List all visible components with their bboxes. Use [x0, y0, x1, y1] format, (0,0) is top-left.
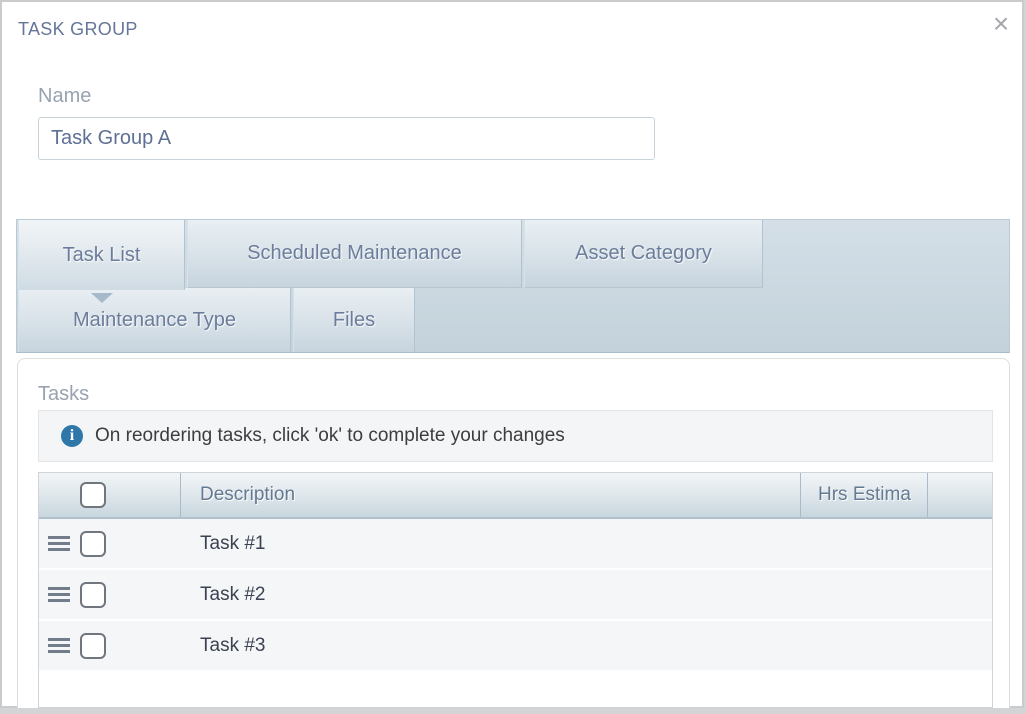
row-checkbox[interactable]: [80, 582, 106, 608]
tab-task-list[interactable]: Task List: [18, 220, 185, 290]
description-column-header[interactable]: Description: [180, 473, 800, 517]
select-all-checkbox[interactable]: [80, 482, 106, 508]
task-description: Task #1: [200, 533, 265, 555]
tab-maintenance-type[interactable]: Maintenance Type: [18, 288, 291, 352]
tab-strip: Task List Scheduled Maintenance Asset Ca…: [16, 219, 1010, 353]
select-all-header-cell: [39, 473, 180, 517]
tab-asset-category[interactable]: Asset Category: [524, 220, 763, 288]
task-group-dialog: TASK GROUP × Name Task List Scheduled Ma…: [0, 0, 1024, 708]
table-empty-area: [39, 672, 992, 707]
close-icon[interactable]: ×: [986, 10, 1016, 40]
name-input[interactable]: [38, 117, 655, 160]
dialog-title: TASK GROUP: [18, 19, 138, 40]
header-filler-cell: [927, 473, 992, 517]
tasks-section-label: Tasks: [38, 383, 89, 406]
table-row[interactable]: Task #2: [39, 570, 992, 621]
selected-tab-caret-icon: [91, 293, 113, 303]
tasks-table: Description Hrs Estima Task #1 Task #2 T…: [38, 472, 993, 708]
tab-row-1: Task List Scheduled Maintenance Asset Ca…: [17, 220, 1009, 288]
table-header-row: Description Hrs Estima: [39, 473, 992, 519]
row-checkbox[interactable]: [80, 633, 106, 659]
drag-handle-icon[interactable]: [48, 536, 70, 551]
task-description: Task #3: [200, 635, 265, 657]
drag-handle-icon[interactable]: [48, 587, 70, 602]
info-icon: i: [61, 425, 83, 447]
table-row[interactable]: Task #1: [39, 519, 992, 570]
tab-scheduled-maintenance[interactable]: Scheduled Maintenance: [187, 220, 522, 288]
hrs-estimate-column-header[interactable]: Hrs Estima: [800, 473, 927, 517]
task-list-panel: Tasks i On reordering tasks, click 'ok' …: [17, 358, 1010, 708]
reorder-info-banner: i On reordering tasks, click 'ok' to com…: [38, 410, 993, 462]
name-label: Name: [38, 85, 91, 108]
info-message: On reordering tasks, click 'ok' to compl…: [95, 425, 565, 447]
tab-files[interactable]: Files: [293, 288, 415, 352]
row-checkbox[interactable]: [80, 531, 106, 557]
table-row[interactable]: Task #3: [39, 621, 992, 672]
tab-row-2: Maintenance Type Files: [17, 288, 1009, 352]
task-description: Task #2: [200, 584, 265, 606]
drag-handle-icon[interactable]: [48, 638, 70, 653]
